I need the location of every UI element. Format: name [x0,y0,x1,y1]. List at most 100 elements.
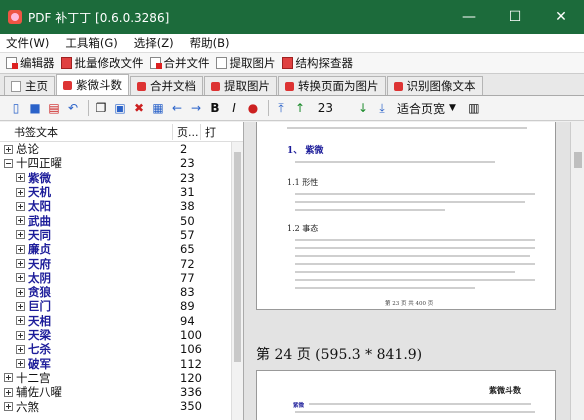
expand-icon[interactable] [16,359,25,369]
italic-icon[interactable]: I [226,100,242,116]
expand-icon[interactable] [16,344,25,354]
tab-close-icon[interactable] [137,81,146,91]
page-footer: 第 23 页 共 400 页 [385,301,434,307]
quick-structure-button[interactable]: 结构探查器 [281,55,353,71]
expand-icon[interactable] [16,187,25,197]
expand-icon[interactable] [16,273,25,283]
tab-home[interactable]: 主页 [4,76,55,95]
bookmark-row[interactable]: 辅佐八曜 336 [0,385,243,399]
bookmark-row[interactable]: 贪狼 83 [0,285,243,299]
bookmark-row[interactable]: 武曲 50 [0,213,243,228]
tab-merge[interactable]: 合并文档 [130,76,203,95]
tab-close-icon[interactable] [285,81,294,91]
bookmark-row[interactable]: 巨门 89 [0,299,243,313]
copy-icon[interactable]: ❐ [93,100,109,116]
save-icon[interactable]: ■ [27,100,43,116]
menu-toolbox[interactable]: 工具箱(G) [65,35,117,51]
tab-convert-to-image[interactable]: 转换页面为图片 [278,76,386,95]
bookmark-row[interactable]: 十四正曜 23 [0,156,243,170]
insert-icon[interactable]: ▣ [112,100,128,116]
view-options-icon[interactable]: ▥ [466,100,482,116]
arrow-left-icon[interactable]: ← [169,100,185,116]
bookmark-row[interactable]: 太阳 38 [0,199,243,213]
move-up-icon[interactable]: ↑ [292,100,308,116]
tab-close-icon[interactable] [393,81,403,91]
close-button[interactable]: ✕ [538,0,584,34]
quick-batch-button[interactable]: 批量修改文件 [60,55,144,71]
undo-icon[interactable]: ↶ [65,100,81,116]
bookmark-row[interactable]: 天梁 100 [0,328,243,342]
bookmark-row[interactable]: 总论 2 [0,142,243,156]
bookmark-scrollbar[interactable] [231,142,243,420]
bookmark-row[interactable]: 廉贞 65 [0,242,243,256]
bookmark-row[interactable]: 十二宫 120 [0,371,243,385]
menu-select[interactable]: 选择(Z) [134,35,174,51]
pdf-save-icon[interactable]: ▤ [46,100,62,116]
minimize-button[interactable]: — [446,0,492,34]
expand-icon[interactable] [4,387,13,397]
quick-editor-button[interactable]: 编辑器 [6,55,55,71]
page-number-input[interactable]: 23 [311,99,337,117]
grid-icon[interactable]: ▦ [150,100,166,116]
maximize-button[interactable]: ☐ [492,0,538,34]
tab-ocr[interactable]: 识别图像文本 [386,76,483,95]
delete-icon[interactable]: ✖ [131,100,147,116]
column-header-text[interactable]: 书签文本 [0,124,172,140]
column-header-page[interactable]: 页... [172,123,200,140]
expand-icon[interactable] [4,373,13,383]
expand-icon[interactable] [16,287,25,297]
jump-to-bottom-icon[interactable]: ⤓ [374,100,390,116]
bookmark-row[interactable]: 六煞 350 [0,399,243,414]
bookmark-panel: 书签文本 页... 打 总论 2 十四正曜 23 紫微 23 天机 31 太阳 38 武曲 50 天同 5… [0,122,244,420]
pdf-editor-icon [6,57,18,69]
scrollbar-thumb[interactable] [574,152,582,168]
bookmark-row[interactable]: 七杀 106 [0,342,243,356]
tab-close-icon[interactable] [63,80,72,90]
bookmark-row[interactable]: 紫微 23 [0,171,243,185]
text-line [295,263,535,265]
expand-icon[interactable] [16,201,25,211]
move-down-icon[interactable]: ↓ [355,100,371,116]
jump-to-top-icon[interactable]: ⤒ [273,100,289,116]
pdf-page: 紫微斗数 紫微 [256,370,556,420]
expand-icon[interactable] [16,330,25,340]
bookmark-row[interactable]: 天府 72 [0,256,243,271]
expand-icon[interactable] [16,301,25,311]
tab-ziwei[interactable]: 紫微斗数 [56,74,129,95]
bookmark-page: 50 [180,213,195,228]
fit-mode-select[interactable]: 适合页宽 ▼ [393,99,460,117]
bookmark-tree: 总论 2 十四正曜 23 紫微 23 天机 31 太阳 38 武曲 50 天同 57 廉贞 65 天府 72 太阴 7… [0,142,243,414]
column-header-open[interactable]: 打 [200,123,230,140]
expand-icon[interactable] [4,402,13,411]
quick-merge-button[interactable]: 合并文件 [149,55,210,71]
viewer-scrollbar[interactable] [570,122,584,420]
arrow-right-icon[interactable]: → [188,100,204,116]
expand-icon[interactable] [16,259,25,269]
expand-icon[interactable] [16,216,25,226]
bookmark-row[interactable]: 太阴 77 [0,271,243,285]
bookmark-page: 112 [180,356,202,371]
scrollbar-thumb[interactable] [234,152,241,362]
expand-icon[interactable] [16,244,25,254]
section-title: 1、 紫微 [287,146,324,156]
menu-help[interactable]: 帮助(B) [190,35,230,51]
tab-close-icon[interactable] [211,81,220,91]
text-line [295,201,525,203]
menu-file[interactable]: 文件(W) [6,35,49,51]
tab-extract-images[interactable]: 提取图片 [204,76,277,95]
page-running-title: 紫微斗数 [489,385,521,395]
expand-icon[interactable] [16,173,25,183]
home-icon [11,80,21,92]
bookmark-row[interactable]: 天机 31 [0,185,243,199]
expand-icon[interactable] [16,230,25,240]
bold-icon[interactable]: B [207,100,223,116]
document-icon[interactable]: ▯ [8,100,24,116]
color-icon[interactable]: ● [245,100,261,116]
expand-icon[interactable] [16,316,25,326]
bookmark-row[interactable]: 破军 112 [0,356,243,371]
collapse-icon[interactable] [4,158,13,168]
bookmark-row[interactable]: 天同 57 [0,228,243,242]
expand-icon[interactable] [4,144,13,154]
quick-extract-images-button[interactable]: 提取图片 [215,55,276,71]
bookmark-row[interactable]: 天相 94 [0,314,243,328]
